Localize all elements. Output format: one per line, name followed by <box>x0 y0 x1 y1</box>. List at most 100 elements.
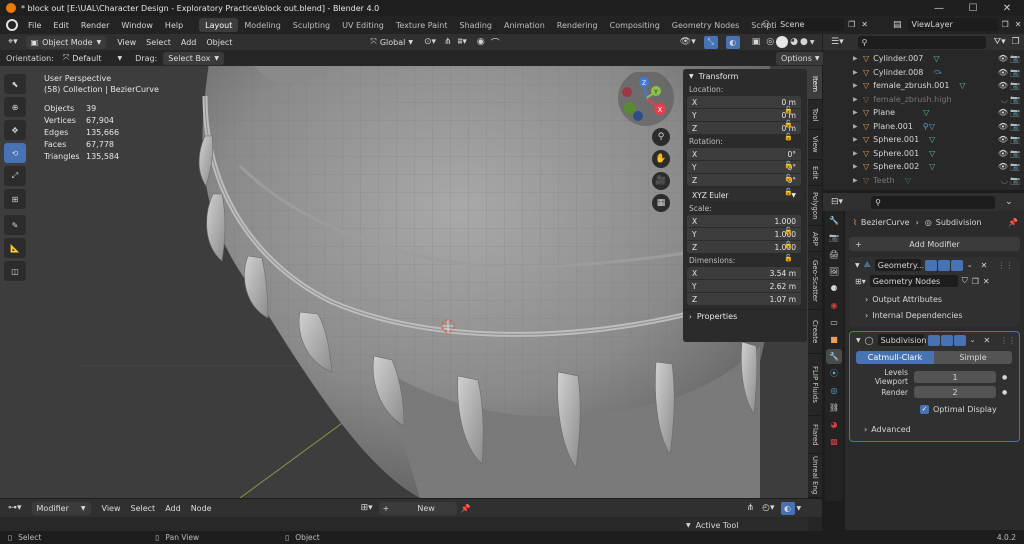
node-group-field[interactable]: Geometry Nodes <box>869 275 958 287</box>
expand-icon[interactable]: ▶ <box>853 123 863 130</box>
transform-orientation-dropdown[interactable]: ⤧ Global ▼ <box>365 36 418 49</box>
internal-dependencies-panel[interactable]: › Internal Dependencies <box>849 307 1020 323</box>
collection-tab-icon[interactable]: ▭ <box>826 315 842 330</box>
sidebar-tab-unreal-engine[interactable]: Unreal Eng <box>808 454 822 498</box>
dropdown-icon[interactable]: ⌄ <box>970 336 976 344</box>
outliner-row[interactable]: ▶ ▽ Cylinder.007 ▽ 👁 📷 <box>823 52 1024 66</box>
add-cube-tool-icon[interactable]: ◫ <box>4 261 26 281</box>
lock-icon[interactable]: 🔓 <box>784 239 793 253</box>
viewlayer-selector[interactable]: ▤ ViewLayer ❐ ✕ <box>893 18 1021 31</box>
outliner-row[interactable]: ▶ ▽ Sphere.001 ▽ 👁 📷 <box>823 133 1024 147</box>
render-toggle-icon[interactable] <box>950 259 963 271</box>
viewport-toggle-icon[interactable] <box>937 259 950 271</box>
pivot-icon[interactable]: ⊙▾ <box>424 37 436 47</box>
output-tab-icon[interactable]: 🖨 <box>826 247 842 262</box>
outliner-search-field[interactable]: ⚲ <box>857 35 986 49</box>
node-menu-select[interactable]: Select <box>126 504 161 513</box>
keyframe-dot-icon[interactable]: ● <box>1002 389 1007 396</box>
sidebar-tab-geo-scatter[interactable]: Geo-Scatter <box>808 252 822 310</box>
zoom-icon[interactable]: ⚲ <box>652 128 670 146</box>
sidebar-tab-flared[interactable]: Flared <box>808 416 822 454</box>
xray-icon[interactable]: ▣ <box>752 37 761 47</box>
pan-hand-icon[interactable]: ✋ <box>652 150 670 168</box>
tab-compositing[interactable]: Compositing <box>604 18 666 32</box>
expand-icon[interactable]: ▶ <box>853 163 863 170</box>
modifier-tab-icon[interactable]: 🔧 <box>826 349 842 364</box>
rotate-tool-icon[interactable]: ⟲ <box>4 143 26 163</box>
lock-icon[interactable]: 🔓 <box>784 172 793 186</box>
node-editor-type-icon[interactable]: ⊶▾ <box>8 503 22 513</box>
close-window-button[interactable]: ✕ <box>990 0 1024 16</box>
expand-icon[interactable]: ▶ <box>853 177 863 184</box>
camera-icon[interactable]: 📷 <box>1010 108 1020 117</box>
tab-modeling[interactable]: Modeling <box>238 18 286 32</box>
remove-modifier-icon[interactable]: ✕ <box>983 336 990 345</box>
outliner-row[interactable]: ▶ ▽ Plane.001 ⚲▽ 👁 📷 <box>823 120 1024 134</box>
overlay-toggle-icon[interactable]: ◐ <box>725 35 740 49</box>
sidebar-tab-item[interactable]: Item <box>808 68 822 100</box>
material-shading-icon[interactable]: ◕ <box>790 37 798 47</box>
node-overlay-toggle-icon[interactable]: ◐ <box>780 501 795 515</box>
expand-icon[interactable]: ▶ <box>853 69 863 76</box>
transform-panel-header[interactable]: ▼ Transform <box>683 69 807 83</box>
modifier-header[interactable]: ▼ ◯ Subdivision ⌄ ✕ ⋮⋮ <box>850 332 1019 348</box>
drag-handle-icon[interactable]: ⋮⋮ <box>997 261 1013 270</box>
tab-geometry-nodes[interactable]: Geometry Nodes <box>666 18 745 32</box>
scene-selector[interactable]: ⚇ Scene ❐ ✕ <box>762 18 868 31</box>
outliner-row[interactable]: ▶ ▽ female_zbrush.001 ▽ 👁 📷 <box>823 79 1024 93</box>
tab-animation[interactable]: Animation <box>498 18 551 32</box>
eye-icon[interactable]: 👁 <box>998 149 1008 158</box>
camera-icon[interactable]: 📷 <box>1010 176 1020 185</box>
tab-shading[interactable]: Shading <box>453 18 498 32</box>
add-modifier-button[interactable]: + Add Modifier <box>849 237 1020 251</box>
visibility-icon[interactable]: 👁▾ <box>680 37 696 47</box>
pin-icon[interactable]: 📌 <box>1008 218 1018 227</box>
sidebar-tab-flip-fluids[interactable]: FLIP Fluids <box>808 354 822 416</box>
simple-button[interactable]: Simple <box>934 351 1012 364</box>
render-tab-icon[interactable]: 📷 <box>826 230 842 245</box>
eye-hidden-icon[interactable]: ◡ <box>1001 95 1008 104</box>
menu-file[interactable]: File <box>22 16 47 34</box>
eye-icon[interactable]: 👁 <box>998 122 1008 131</box>
lock-icon[interactable]: 🔓 <box>784 225 793 239</box>
lock-icon[interactable]: 🔓 <box>784 159 793 173</box>
lock-icon[interactable]: 🔓 <box>784 186 793 200</box>
menu-object[interactable]: Object <box>201 38 237 47</box>
tab-sculpting[interactable]: Sculpting <box>287 18 336 32</box>
new-node-tree-button[interactable]: + New <box>378 501 457 515</box>
rendered-shading-icon[interactable]: ● <box>800 37 808 47</box>
snap-icon[interactable]: ⋔ <box>444 37 452 47</box>
camera-icon[interactable]: 📷 <box>1010 68 1020 77</box>
menu-select[interactable]: Select <box>141 38 176 47</box>
view-layer-tab-icon[interactable]: 🖼 <box>826 264 842 279</box>
properties-search-field[interactable]: ⚲ <box>871 195 996 209</box>
copy-scene-icon[interactable]: ❐ <box>848 20 855 29</box>
outliner-row[interactable]: ▶ ▽ Teeth ▽ ◡ 📷 <box>823 174 1024 188</box>
node-menu-add[interactable]: Add <box>160 504 186 513</box>
eye-icon[interactable]: 👁 <box>998 54 1008 63</box>
constraints-tab-icon[interactable]: ⛓ <box>826 400 842 415</box>
remove-modifier-icon[interactable]: ✕ <box>981 261 988 270</box>
measure-tool-icon[interactable]: 📐 <box>4 238 26 258</box>
texture-tab-icon[interactable]: ▩ <box>826 434 842 449</box>
edit-mode-toggle-icon[interactable] <box>927 334 940 346</box>
properties-editor-icon[interactable]: ⊟▾ <box>831 197 843 207</box>
sidebar-tab-view[interactable]: View <box>808 130 822 160</box>
properties-panel-header[interactable]: › Properties <box>683 309 807 323</box>
subdivision-name-field[interactable]: Subdivision <box>877 334 926 346</box>
mode-dropdown[interactable]: ▣ Object Mode ▼ <box>25 35 107 49</box>
expand-icon[interactable]: ▶ <box>853 82 863 89</box>
outliner-row[interactable]: ▶ ▽ Cylinder.008 ⤼ 👁 📷 <box>823 66 1024 80</box>
node-menu-node[interactable]: Node <box>186 504 217 513</box>
outliner-row[interactable]: ▶ ▽ female_zbrush.high ◡ 📷 <box>823 93 1024 107</box>
outliner-editor-icon[interactable]: ☰▾ <box>831 37 844 47</box>
data-tab-icon[interactable]: ◕ <box>826 417 842 432</box>
sidebar-tab-arp[interactable]: ARP <box>808 226 822 252</box>
menu-help[interactable]: Help <box>159 16 189 34</box>
expand-icon[interactable]: ▶ <box>853 55 863 62</box>
snap-settings-icon[interactable]: ⩩▾ <box>458 37 467 47</box>
edit-mode-toggle-icon[interactable] <box>924 259 937 271</box>
drag-handle-icon[interactable]: ⋮⋮ <box>1000 336 1016 345</box>
lock-icon[interactable]: 🔓 <box>784 104 793 118</box>
physics-tab-icon[interactable]: ◎ <box>826 383 842 398</box>
